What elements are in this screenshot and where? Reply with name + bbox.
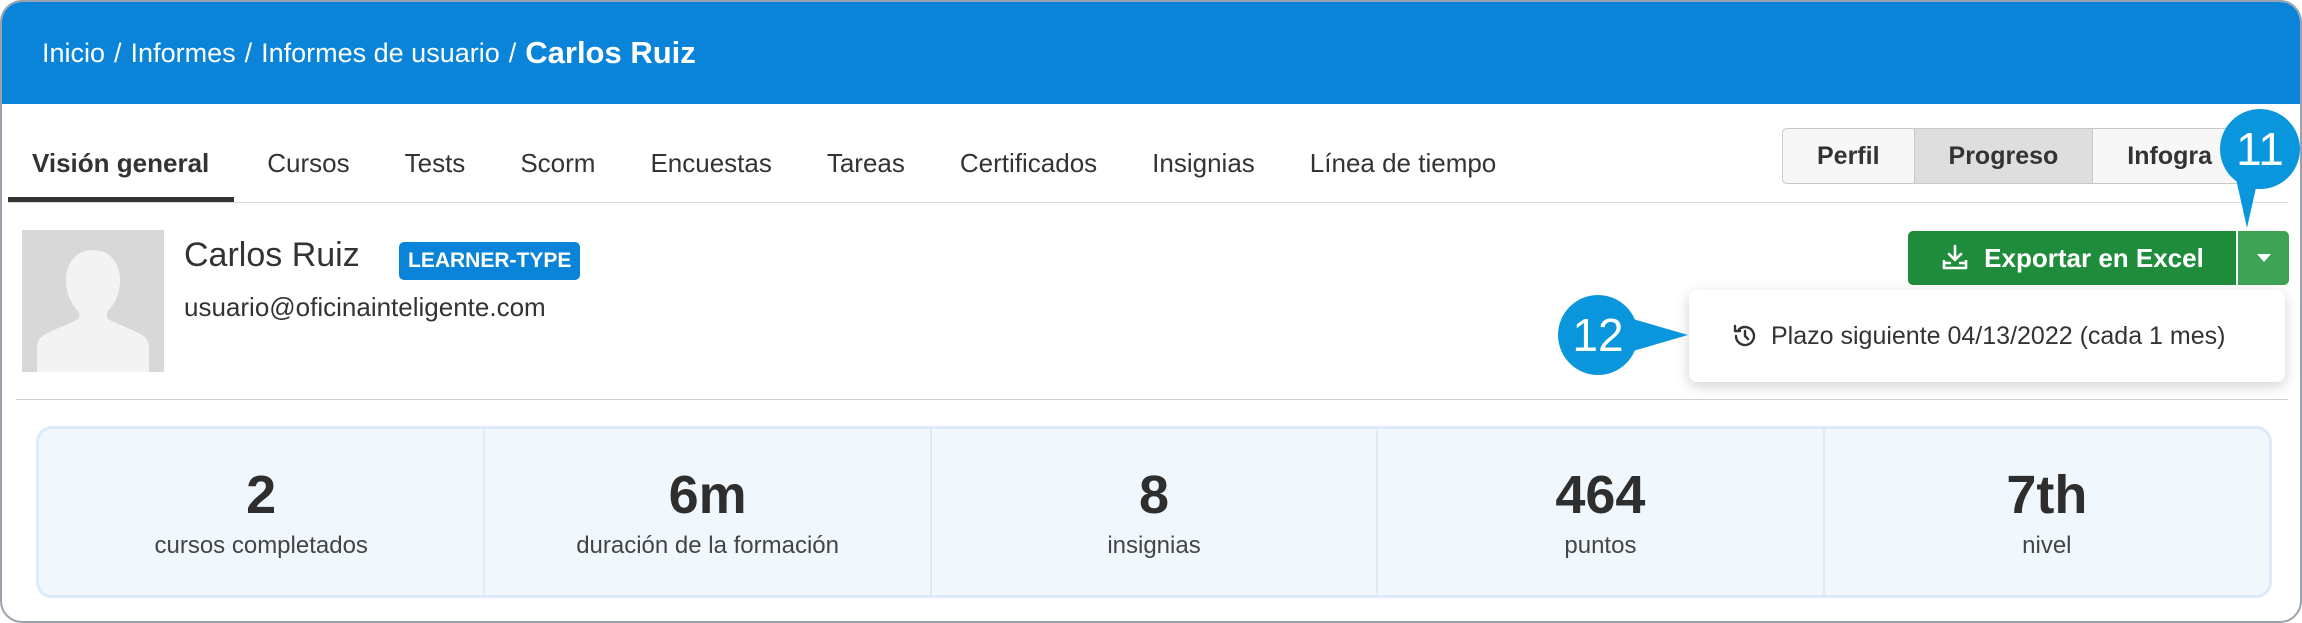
stat-completed-courses: 2 cursos completados — [39, 429, 486, 595]
stat-value: 2 — [246, 465, 277, 525]
tab-overview[interactable]: Visión general — [8, 132, 235, 202]
export-excel-label: Exportar en Excel — [1984, 242, 2204, 273]
schedule-menu-label: Plazo siguiente 04/13/2022 (cada 1 mes) — [1771, 321, 2226, 350]
tab-tests[interactable]: Tests — [381, 132, 488, 202]
tab-certificates[interactable]: Certificados — [936, 132, 1119, 202]
history-clock-icon — [1733, 324, 1756, 347]
stat-level: 7th nivel — [1825, 429, 2269, 595]
download-tray-icon — [1942, 244, 1968, 270]
breadcrumb-current: Carlos Ruiz — [525, 35, 696, 70]
stat-value: 464 — [1555, 465, 1646, 525]
user-email: usuario@oficinainteligente.com — [184, 292, 546, 322]
breadcrumb-reports-link[interactable]: Informes — [131, 38, 236, 69]
stat-label: insignias — [1107, 532, 1201, 559]
tab-badges[interactable]: Insignias — [1128, 132, 1277, 202]
callout-11-number: 11 — [2236, 123, 2284, 175]
tab-scorm[interactable]: Scorm — [496, 132, 617, 202]
user-silhouette-icon — [22, 230, 164, 372]
stat-label: cursos completados — [154, 532, 368, 559]
callout-12-number: 12 — [1572, 309, 1624, 361]
stat-badges: 8 insignias — [932, 429, 1379, 595]
breadcrumb-separator: / — [114, 37, 122, 68]
breadcrumb-separator: / — [244, 37, 253, 68]
toggle-progress[interactable]: Progreso — [1914, 129, 2094, 183]
caret-down-icon — [2256, 254, 2271, 262]
user-name: Carlos Ruiz — [184, 236, 360, 274]
export-excel-button[interactable]: Exportar en Excel — [1908, 231, 2236, 285]
tab-tasks[interactable]: Tareas — [803, 132, 927, 202]
tab-bar: Visión general Cursos Tests Scorm Encues… — [8, 132, 1527, 202]
tab-divider — [8, 202, 2288, 203]
tab-timeline[interactable]: Línea de tiempo — [1286, 132, 1518, 202]
tab-courses[interactable]: Cursos — [243, 132, 371, 202]
breadcrumb-user-reports-link[interactable]: Informes de usuario — [261, 38, 500, 69]
callout-11: 11 — [2220, 109, 2300, 189]
stat-points: 464 puntos — [1378, 429, 1825, 595]
stat-value: 6m — [668, 465, 747, 525]
tab-surveys[interactable]: Encuestas — [626, 132, 793, 202]
export-dropdown-toggle[interactable] — [2238, 231, 2289, 285]
breadcrumb-home-link[interactable]: Inicio — [42, 38, 105, 69]
stat-value: 7th — [2006, 465, 2088, 525]
view-toggle: Perfil Progreso Infogra — [1782, 128, 2279, 184]
breadcrumb: Inicio / Informes / Informes de usuario … — [2, 2, 2300, 104]
user-type-badge: LEARNER-TYPE — [399, 242, 581, 280]
schedule-menu-item[interactable]: Plazo siguiente 04/13/2022 (cada 1 mes) — [1689, 290, 2285, 382]
callout-12: 12 — [1558, 295, 1638, 375]
stat-label: puntos — [1564, 532, 1637, 559]
stat-label: nivel — [2022, 532, 2072, 559]
profile-divider — [16, 399, 2288, 400]
stats-panel: 2 cursos completados 6m duración de la f… — [36, 426, 2272, 598]
stat-training-duration: 6m duración de la formación — [485, 429, 932, 595]
toggle-profile[interactable]: Perfil — [1783, 129, 1915, 183]
stat-label: duración de la formación — [576, 532, 840, 559]
stat-value: 8 — [1138, 465, 1170, 525]
breadcrumb-separator: / — [508, 37, 517, 68]
app-window: Inicio / Informes / Informes de usuario … — [0, 0, 2302, 623]
avatar — [22, 230, 164, 372]
